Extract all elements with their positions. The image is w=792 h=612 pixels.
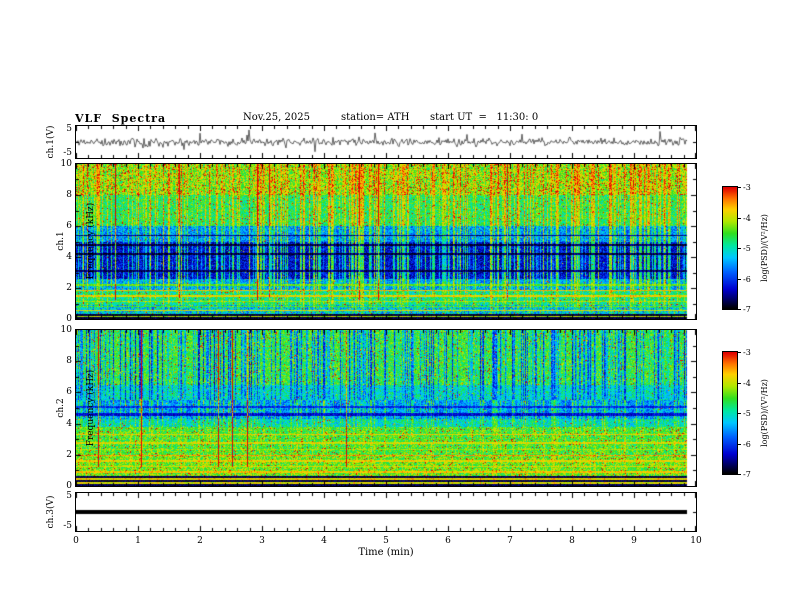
x-axis-label: Time (min): [358, 547, 414, 558]
x-tick-label: 10: [690, 536, 702, 546]
vlf-spectra-figure: VLF Spectra Nov.25, 2025 station= ATH st…: [0, 0, 792, 612]
colorbar-tick-label: -4: [743, 213, 751, 223]
colorbar-tick-label: -6: [743, 274, 751, 284]
x-tick-label: 2: [197, 536, 203, 546]
colorbar-tick: [738, 218, 741, 219]
colorbar-tick: [738, 474, 741, 475]
x-tick-label: 8: [569, 536, 575, 546]
ch2-freq-tick-label: 8: [66, 356, 72, 367]
x-tick-label: 9: [631, 536, 637, 546]
colorbar-tick: [738, 279, 741, 280]
ch1-frequency-axis-label-line1: ch.1: [56, 231, 66, 251]
colorbar-ch2-label: log(PSD)/(V²/Hz): [760, 379, 769, 447]
ch3-volt-tick-label: 5: [66, 491, 72, 501]
colorbar-tick-label: -6: [743, 439, 751, 449]
colorbar-tick-label: -5: [743, 244, 751, 253]
header-date: Nov.25, 2025: [243, 112, 310, 123]
ch1-freq-tick-label: 10: [60, 159, 72, 169]
colorbar-tick: [738, 352, 741, 353]
header-station: station= ATH: [341, 112, 410, 123]
ch2-spectrogram-canvas: [76, 330, 696, 486]
ch1-volt-tick-label: -5: [63, 148, 72, 158]
figure-title: VLF Spectra: [75, 112, 167, 125]
colorbar-tick: [738, 309, 741, 310]
colorbar-ch1: [722, 186, 738, 310]
ch2-spectrogram-panel: [75, 329, 697, 487]
x-tick-label: 0: [73, 536, 79, 546]
ch2-freq-tick-label: 6: [66, 387, 72, 398]
ch1-frequency-axis-label-line2: Frequency (kHz): [86, 202, 96, 280]
ch1-freq-tick-label: 2: [66, 283, 72, 293]
ch1-freq-tick-label: 0: [66, 314, 72, 324]
colorbar-tick-label: -7: [743, 470, 751, 479]
ch1-spectrogram-panel: [75, 163, 697, 320]
colorbar-ch2-canvas: [723, 352, 737, 474]
ch2-frequency-axis-label-line2: Frequency (kHz): [86, 369, 96, 447]
ch3-waveform-panel: [75, 492, 697, 532]
ch2-freq-tick-label: 4: [66, 418, 72, 429]
colorbar-tick-label: -4: [743, 378, 751, 388]
ch1-freq-tick-label: 6: [66, 221, 72, 231]
ch2-freq-tick-label: 2: [66, 449, 72, 460]
x-tick-label: 1: [135, 536, 141, 546]
colorbar-tick-label: -3: [743, 348, 751, 357]
ch2-freq-tick-label: 10: [60, 325, 72, 335]
colorbar-tick: [738, 187, 741, 188]
ch1-freq-tick-label: 4: [66, 252, 72, 262]
ch1-frequency-axis-label: ch.1 Frequency (kHz): [36, 166, 96, 316]
x-tick-label: 5: [383, 536, 389, 546]
ch1-volt-tick-label: 5: [66, 124, 72, 134]
colorbar-ch1-label: log(PSD)/(V²/Hz): [760, 214, 769, 282]
colorbar-tick: [738, 413, 741, 414]
ch2-freq-tick-label: 0: [66, 481, 72, 491]
header-start-ut: start UT = 11:30: 0: [430, 112, 539, 123]
colorbar-tick: [738, 383, 741, 384]
colorbar-tick-label: -5: [743, 409, 751, 418]
colorbar-tick-label: -3: [743, 183, 751, 192]
colorbar-tick: [738, 248, 741, 249]
ch1-waveform-canvas: [76, 126, 696, 158]
x-tick-label: 4: [321, 536, 327, 546]
colorbar-ch2: [722, 351, 738, 475]
x-tick-label: 7: [507, 536, 513, 546]
ch3-waveform-canvas: [76, 493, 696, 531]
colorbar-tick: [738, 444, 741, 445]
ch1-spectrogram-canvas: [76, 164, 696, 319]
ch1-waveform-panel: [75, 125, 697, 159]
ch3-volt-tick-label: -5: [63, 521, 72, 531]
colorbar-ch1-canvas: [723, 187, 737, 309]
colorbar-tick-label: -7: [743, 305, 751, 314]
ch1-freq-tick-label: 8: [66, 190, 72, 200]
x-tick-label: 6: [445, 536, 451, 546]
x-tick-label: 3: [259, 536, 265, 546]
